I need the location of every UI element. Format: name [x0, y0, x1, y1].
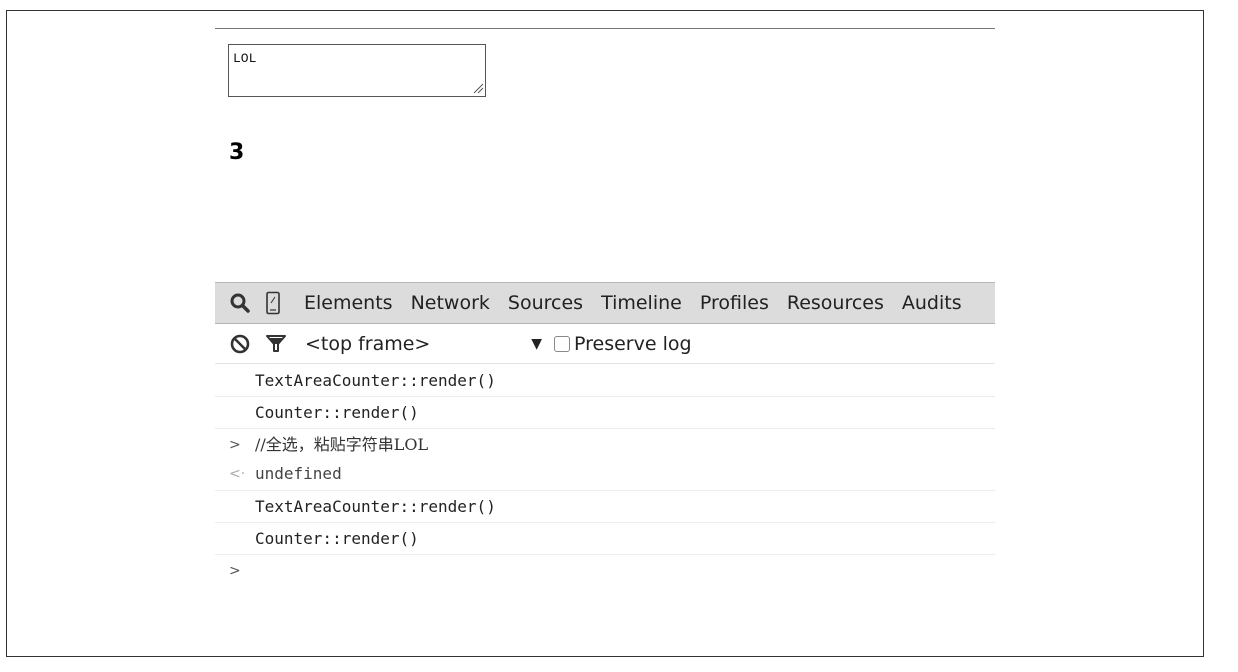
- console-input-echo: > //全选，粘贴字符串LOL: [215, 429, 995, 461]
- console-toolbar: <top frame> ▼ Preserve log: [215, 324, 995, 364]
- tab-sources[interactable]: Sources: [499, 283, 592, 323]
- tab-timeline[interactable]: Timeline: [592, 283, 691, 323]
- tab-resources[interactable]: Resources: [778, 283, 893, 323]
- console-log-line: TextAreaCounter::render(): [215, 491, 995, 523]
- frame-select-value: <top frame>: [305, 332, 431, 355]
- filter-icon[interactable]: [263, 334, 289, 354]
- horizontal-rule: [215, 28, 995, 29]
- tab-profiles[interactable]: Profiles: [691, 283, 778, 323]
- console-input-text: //全选，粘贴字符串LOL: [255, 435, 429, 454]
- console-result-line: <· undefined: [215, 461, 995, 491]
- console-log-text: Counter::render(): [255, 403, 419, 422]
- console-log-text: TextAreaCounter::render(): [255, 371, 496, 390]
- console-result-text: undefined: [255, 464, 342, 483]
- console-log-text: TextAreaCounter::render(): [255, 497, 496, 516]
- preserve-log-label[interactable]: Preserve log: [574, 333, 692, 355]
- console-log-line: Counter::render(): [215, 523, 995, 555]
- frame-select[interactable]: <top frame> ▼: [305, 333, 550, 355]
- character-count: 3: [229, 140, 245, 165]
- search-icon[interactable]: [225, 283, 255, 323]
- resize-grip-icon[interactable]: [472, 82, 484, 94]
- devtools-panel: Elements Network Sources Timeline Profil…: [215, 282, 995, 592]
- tab-elements[interactable]: Elements: [295, 283, 402, 323]
- console-log-line: TextAreaCounter::render(): [215, 365, 995, 397]
- tab-network[interactable]: Network: [402, 283, 499, 323]
- console-prompt[interactable]: >: [215, 555, 995, 587]
- console-output: TextAreaCounter::render() Counter::rende…: [215, 365, 995, 587]
- device-mode-icon[interactable]: [261, 283, 285, 323]
- clear-console-icon[interactable]: [227, 333, 253, 355]
- result-arrow-icon: <·: [229, 466, 246, 482]
- console-log-line: Counter::render(): [215, 397, 995, 429]
- dropdown-arrow-icon: ▼: [531, 335, 542, 352]
- text-area-input[interactable]: LOL: [228, 44, 486, 97]
- console-log-text: Counter::render(): [255, 529, 419, 548]
- devtools-toolbar: Elements Network Sources Timeline Profil…: [215, 282, 995, 324]
- input-prompt-icon: >: [229, 563, 241, 579]
- input-prompt-icon: >: [229, 437, 241, 453]
- tab-audits[interactable]: Audits: [893, 283, 971, 323]
- preserve-log-checkbox[interactable]: [554, 335, 570, 352]
